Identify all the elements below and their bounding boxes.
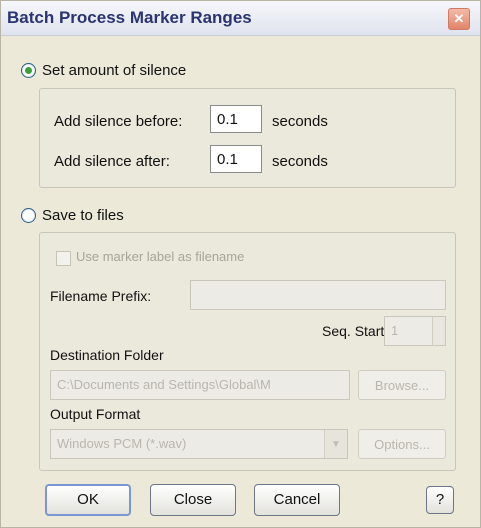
close-dialog-button[interactable]: Close	[150, 484, 236, 516]
output-format-value: Windows PCM (*.wav)	[57, 436, 187, 451]
radio-save-to-files[interactable]: Save to files	[21, 207, 124, 224]
output-format-label: Output Format	[50, 406, 141, 422]
silence-before-unit: seconds	[272, 113, 328, 130]
silence-before-input[interactable]	[210, 105, 262, 133]
radio-indicator-set-silence[interactable]	[21, 63, 36, 78]
cancel-button[interactable]: Cancel	[254, 484, 340, 516]
radio-set-silence[interactable]: Set amount of silence	[21, 62, 186, 79]
radio-label-set-silence: Set amount of silence	[42, 62, 187, 79]
browse-button[interactable]: Browse...	[358, 370, 446, 400]
silence-after-input[interactable]	[210, 145, 262, 173]
destination-folder-label: Destination Folder	[50, 347, 164, 363]
destination-folder-input[interactable]: C:\Documents and Settings\Global\M	[50, 370, 350, 400]
silence-group: Add silence before: seconds Add silence …	[39, 88, 456, 188]
seq-start-value: 1	[391, 323, 399, 338]
save-group: Use marker label as filename Filename Pr…	[39, 232, 456, 471]
radio-label-save-to-files: Save to files	[42, 207, 124, 224]
seq-start-input[interactable]: 1	[384, 316, 446, 346]
chevron-down-icon[interactable]: ▼	[324, 430, 347, 458]
silence-after-label: Add silence after:	[54, 153, 170, 170]
ok-button[interactable]: OK	[45, 484, 131, 516]
silence-before-label: Add silence before:	[54, 113, 183, 130]
use-marker-label-text: Use marker label as filename	[76, 249, 245, 264]
close-icon: ✕	[453, 11, 465, 26]
seq-start-spinner[interactable]	[432, 317, 445, 345]
output-format-select[interactable]: Windows PCM (*.wav) ▼	[50, 429, 348, 459]
close-button[interactable]: ✕	[448, 8, 470, 30]
silence-after-unit: seconds	[272, 153, 328, 170]
filename-prefix-input[interactable]	[190, 280, 446, 310]
radio-indicator-save-to-files[interactable]	[21, 208, 36, 223]
seq-start-label: Seq. Start	[322, 323, 385, 339]
use-marker-label-checkbox[interactable]	[56, 251, 71, 266]
dialog-window: Batch Process Marker Ranges ✕ Set amount…	[0, 0, 481, 528]
filename-prefix-label: Filename Prefix:	[50, 288, 152, 304]
help-button[interactable]: ?	[426, 486, 454, 514]
title-bar[interactable]: Batch Process Marker Ranges ✕	[1, 1, 480, 36]
options-button[interactable]: Options...	[358, 429, 446, 459]
dialog-title: Batch Process Marker Ranges	[7, 8, 252, 27]
